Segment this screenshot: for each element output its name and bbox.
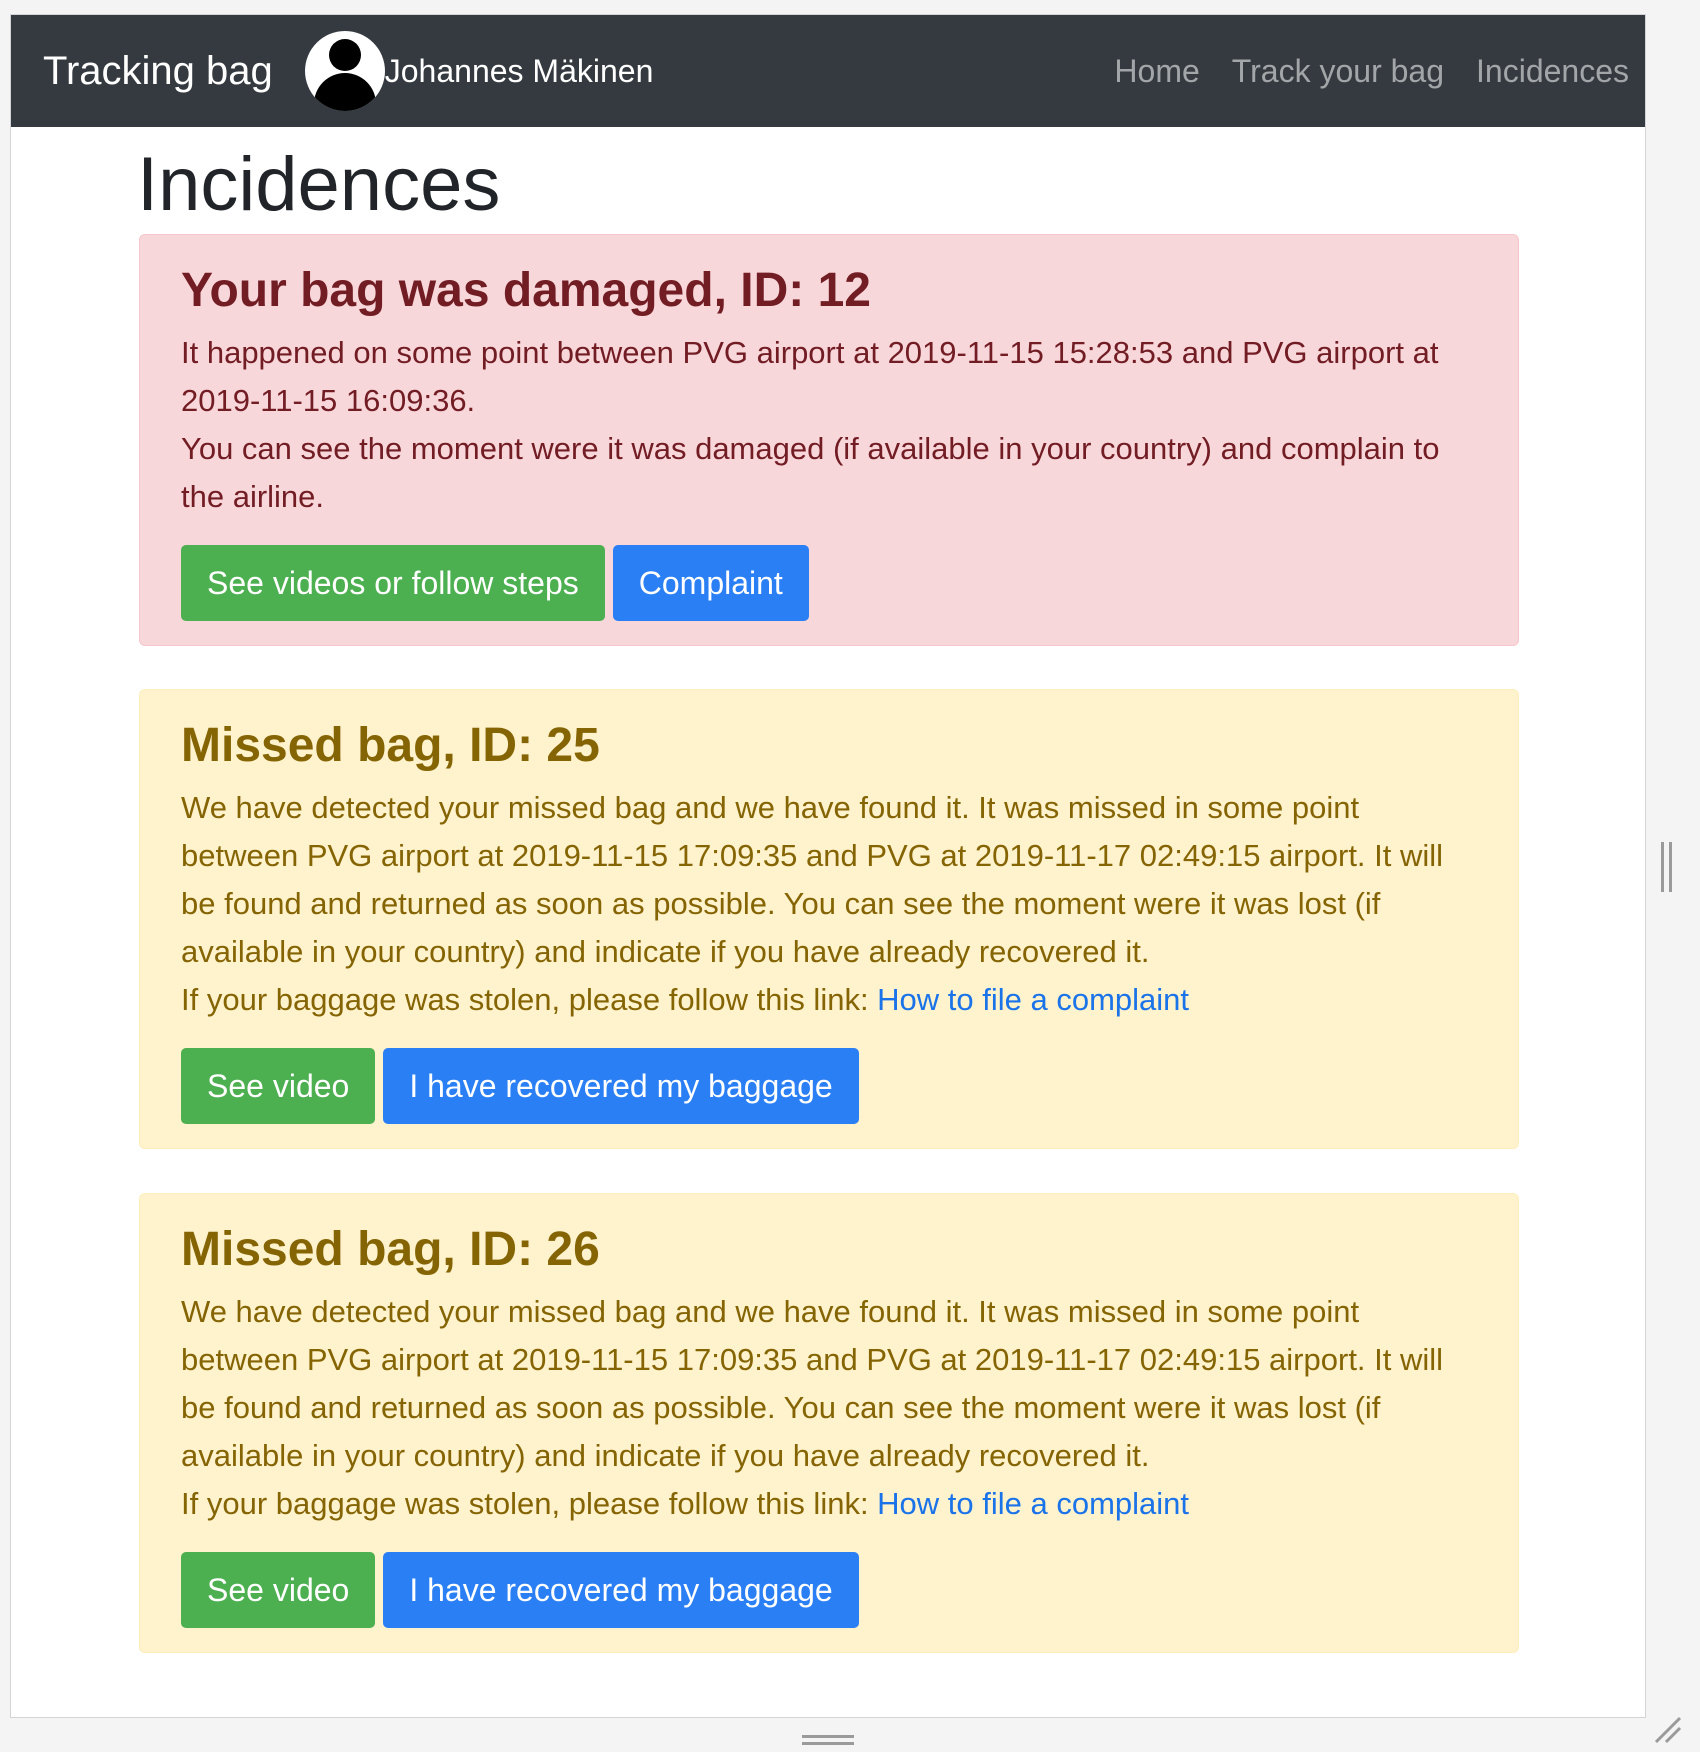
stolen-note-text: If your baggage was stolen, please follo…	[181, 1486, 878, 1521]
file-complaint-link[interactable]: How to file a complaint	[877, 982, 1189, 1017]
incidence-stolen-note: If your baggage was stolen, please follo…	[181, 1480, 1478, 1528]
nav-track-your-bag[interactable]: Track your bag	[1232, 53, 1444, 90]
horizontal-resize-handle[interactable]	[802, 1735, 854, 1745]
incidence-description: We have detected your missed bag and we …	[181, 1294, 1444, 1473]
see-video-button[interactable]: See video	[181, 1048, 376, 1124]
see-video-button[interactable]: See video	[181, 1552, 376, 1628]
incidence-title: Missed bag, ID: 26	[181, 1223, 600, 1276]
browser-viewport: Tracking bag Johannes Mäkinen Home Track…	[10, 14, 1646, 1718]
incidence-stolen-note: If your baggage was stolen, please follo…	[181, 976, 1478, 1024]
brand-link[interactable]: Tracking bag	[43, 49, 273, 94]
incidence-card-missed-25: Missed bag, ID: 25 We have detected your…	[139, 689, 1519, 1149]
see-videos-button[interactable]: See videos or follow steps	[181, 545, 605, 621]
recovered-baggage-button[interactable]: I have recovered my baggage	[383, 1048, 859, 1124]
stolen-note-text: If your baggage was stolen, please follo…	[181, 982, 878, 1017]
incidence-title: Your bag was damaged, ID: 12	[181, 264, 871, 317]
file-complaint-link[interactable]: How to file a complaint	[877, 1486, 1189, 1521]
incidence-instructions: You can see the moment were it was damag…	[181, 431, 1440, 514]
incidence-actions: See video I have recovered my baggage	[181, 1552, 1478, 1628]
user-name: Johannes Mäkinen	[384, 52, 654, 89]
recovered-baggage-button[interactable]: I have recovered my baggage	[383, 1552, 859, 1628]
page-title: Incidences	[137, 142, 501, 227]
incidence-actions: See video I have recovered my baggage	[181, 1048, 1478, 1124]
resize-grip-icon[interactable]	[1650, 1712, 1682, 1744]
incidence-description: We have detected your missed bag and we …	[181, 790, 1444, 969]
navbar: Tracking bag Johannes Mäkinen Home Track…	[11, 15, 1645, 127]
incidence-description: It happened on some point between PVG ai…	[181, 335, 1439, 418]
incidence-title: Missed bag, ID: 25	[181, 719, 600, 772]
nav-incidences[interactable]: Incidences	[1476, 53, 1629, 90]
incidence-actions: See videos or follow steps Complaint	[181, 545, 1478, 621]
nav-links: Home Track your bag Incidences	[1082, 53, 1629, 90]
user-avatar-icon	[304, 31, 385, 111]
nav-home[interactable]: Home	[1114, 53, 1199, 90]
incidence-card-missed-26: Missed bag, ID: 26 We have detected your…	[139, 1193, 1519, 1653]
complaint-button[interactable]: Complaint	[612, 545, 809, 621]
vertical-resize-handle[interactable]	[1661, 842, 1672, 892]
incidence-card-damaged: Your bag was damaged, ID: 12 It happened…	[139, 234, 1519, 646]
user-profile[interactable]: Johannes Mäkinen	[304, 31, 654, 111]
